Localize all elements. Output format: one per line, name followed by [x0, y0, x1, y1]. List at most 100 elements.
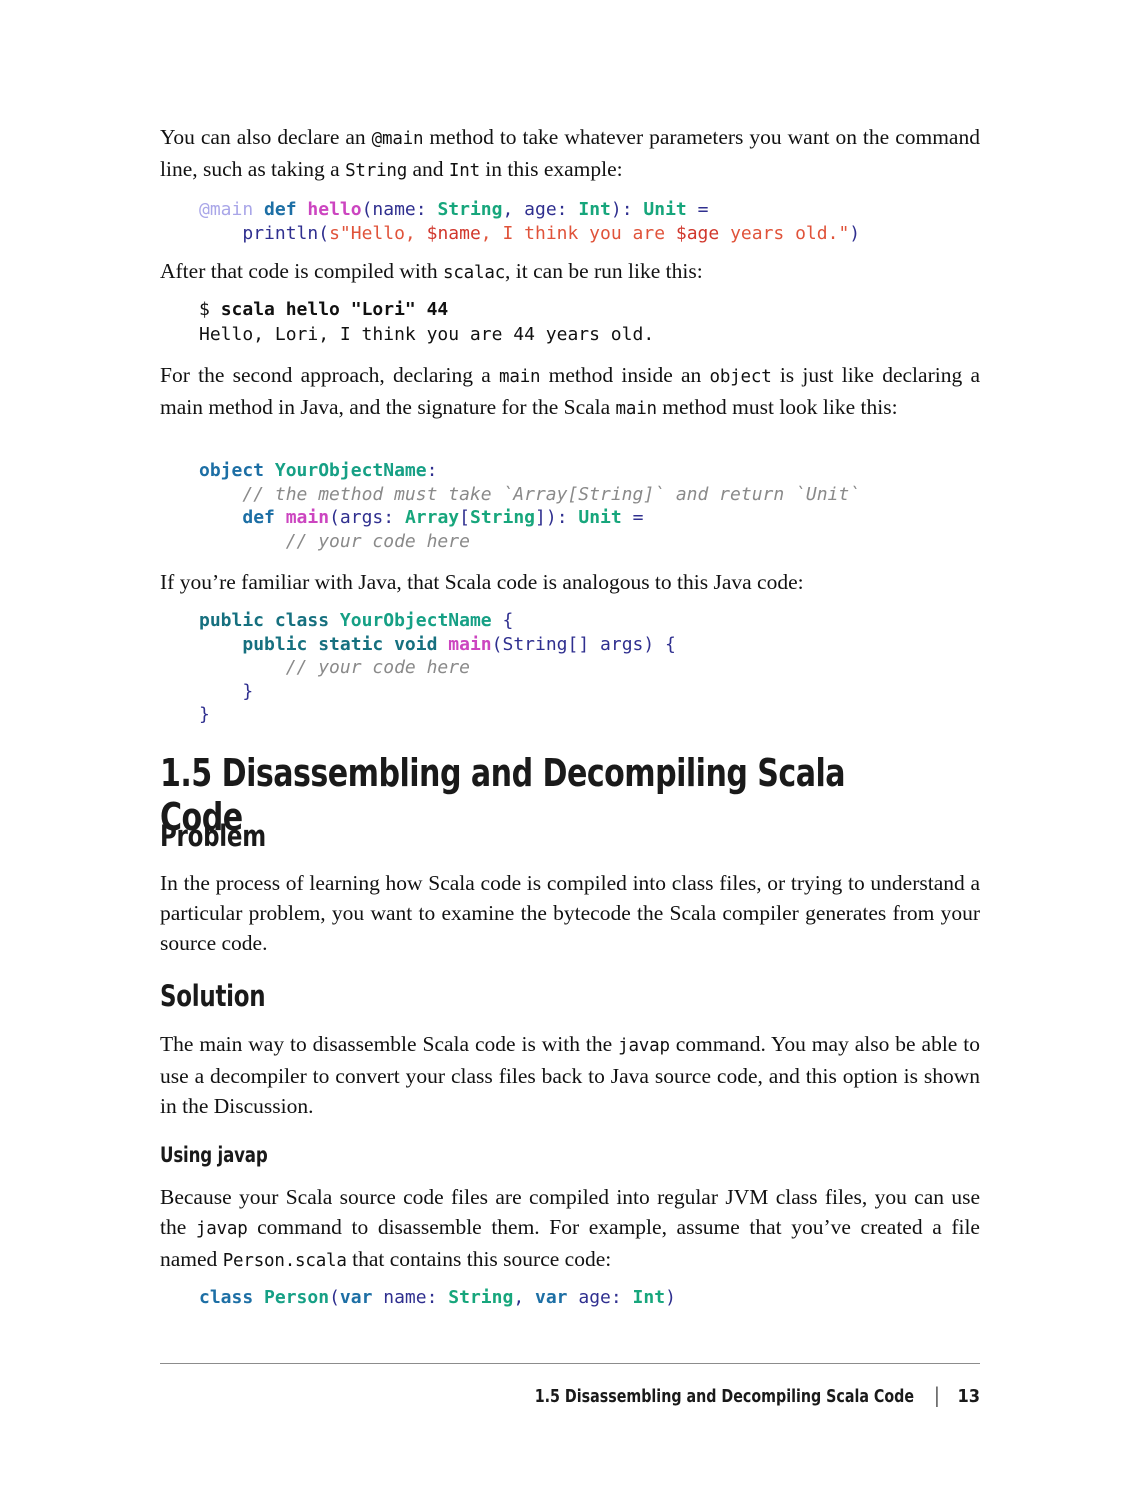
token-paren-close: ):	[545, 507, 579, 528]
token-param: age:	[524, 199, 579, 220]
token-keyword-modifiers: public static void	[242, 633, 438, 655]
token-function-name: main	[285, 507, 330, 528]
inline-code-int: Int	[448, 161, 480, 181]
code-line: public class YourObjectName {	[199, 609, 1019, 633]
token-interp-name: $name	[426, 222, 481, 244]
text-run: After that code is compiled with	[160, 259, 444, 283]
token-keyword-var: var	[339, 1287, 373, 1308]
footer-divider	[160, 1363, 980, 1364]
code-line: // your code here	[199, 656, 1019, 680]
inline-code-main-annotation: @main	[371, 129, 424, 149]
token-paren: (	[329, 507, 340, 528]
token-keyword-var: var	[535, 1287, 568, 1308]
token-paren: (	[361, 199, 373, 220]
token-param: args:	[339, 507, 405, 528]
inline-code-object: object	[709, 367, 772, 387]
token-type-string: String	[437, 199, 503, 220]
subheading-problem: Problem	[160, 819, 266, 853]
code-line: public static void main(String[] args) {	[199, 633, 1019, 657]
text-run: method inside an	[540, 363, 710, 387]
paragraph-using-javap: Because your Scala source code files are…	[160, 1182, 980, 1276]
text-run: that contains this source code:	[346, 1247, 612, 1271]
token-comment: // your code here	[285, 657, 470, 678]
text-run: For the second approach, declaring a	[160, 363, 500, 387]
document-page: You can also declare an @main method to …	[160, 0, 980, 1500]
inline-code-main: main	[499, 367, 541, 387]
token-comma: ,	[502, 199, 525, 220]
token-string-prefix: s	[329, 222, 340, 244]
token-param-string-array: String[] args	[502, 633, 644, 655]
paragraph-after-compiled: After that code is compiled with scalac,…	[160, 256, 980, 288]
token-brace-close: }	[242, 680, 254, 702]
token-function-name: main	[448, 633, 492, 655]
token-type-int: Int	[578, 199, 611, 220]
code-line: @main def hello(name: String, age: Int):…	[199, 198, 1019, 222]
token-colon: :	[426, 460, 438, 481]
code-line: // your code here	[199, 530, 1019, 554]
terminal-block: $ scala hello "Lori" 44 Hello, Lori, I th…	[199, 298, 1019, 347]
token-paren-close: )	[665, 1287, 676, 1308]
shell-prompt: $	[199, 299, 221, 320]
token-comment: // your code here	[285, 530, 470, 552]
token-string: "Hello,	[339, 222, 427, 244]
token-keyword-class: class	[264, 610, 330, 631]
token-type-int: Int	[632, 1287, 666, 1308]
text-run: method must look like this:	[656, 395, 898, 419]
code-block-main-method: @main def hello(name: String, age: Int):…	[199, 198, 1019, 245]
token-annotation: @main	[199, 199, 254, 220]
code-line: // the method must take `Array[String]` …	[199, 483, 1019, 507]
token-bracket: [	[459, 507, 470, 528]
footer-running-head: 1.5 Disassembling and Decompiling Scala …	[534, 1386, 914, 1407]
code-line: class Person(var name: String, var age: …	[199, 1286, 1019, 1310]
inline-code-person-scala: Person.scala	[222, 1251, 347, 1271]
token-string: , I think you are	[480, 222, 676, 244]
token-object-name: YourObjectName	[274, 460, 427, 481]
token-type-unit: Unit	[643, 199, 687, 220]
paragraph-solution: The main way to disassemble Scala code i…	[160, 1029, 980, 1121]
subheading-using-javap: Using javap	[160, 1143, 268, 1167]
text-run: in this example:	[479, 157, 623, 181]
token-class-name: YourObjectName	[339, 610, 492, 631]
inline-code-javap: javap	[618, 1036, 670, 1056]
token-paren-close: )	[849, 222, 861, 244]
paragraph-intro: You can also declare an @main method to …	[160, 122, 980, 186]
token-type-unit: Unit	[578, 507, 622, 528]
token-interp-age: $age	[675, 222, 720, 244]
inline-code-main-2: main	[615, 399, 658, 419]
text-run: and	[407, 157, 449, 181]
token-paren-close: ):	[610, 199, 644, 220]
text-run: , it can be run like this:	[505, 259, 703, 283]
token-keyword-def: def	[242, 507, 275, 528]
code-line: }	[199, 680, 1019, 704]
code-block-person-class: class Person(var name: String, var age: …	[199, 1286, 1019, 1310]
token-equals: =	[686, 199, 709, 220]
paragraph-familiar-java: If you’re familiar with Java, that Scala…	[160, 570, 804, 594]
token-type-array: Array	[404, 507, 460, 528]
token-keyword-object: object	[199, 460, 265, 481]
paragraph-problem: In the process of learning how Scala cod…	[160, 871, 980, 955]
token-keyword-def: def	[264, 199, 297, 220]
token-function-name: hello	[307, 199, 362, 220]
token-param: name:	[372, 1287, 449, 1308]
token-paren: (	[318, 222, 330, 244]
text-run: You can also declare an	[160, 125, 372, 149]
token-bracket-close: ]	[535, 507, 546, 528]
token-type-string: String	[448, 1287, 514, 1308]
token-keyword-class: class	[199, 1287, 254, 1308]
token-paren: (	[491, 633, 503, 655]
token-brace-close: }	[199, 704, 210, 725]
token-brace: {	[654, 633, 676, 655]
page-number: 13	[957, 1386, 980, 1407]
token-param: age:	[567, 1287, 633, 1308]
code-block-java-class: public class YourObjectName { public sta…	[199, 609, 1019, 727]
code-line: object YourObjectName:	[199, 459, 1019, 483]
token-println: println	[242, 222, 319, 244]
code-line: def main(args: Array[String]): Unit =	[199, 506, 1019, 530]
